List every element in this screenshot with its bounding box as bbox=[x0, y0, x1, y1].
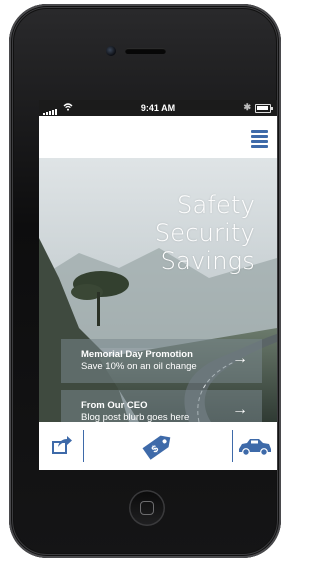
tagline-line-2: Security bbox=[154, 219, 255, 247]
status-time: 9:41 AM bbox=[140, 103, 176, 113]
promo-subtitle: Save 10% on an oil change bbox=[81, 361, 197, 372]
front-camera bbox=[106, 46, 116, 56]
app-screen: 9:41 AM ✱ Safety Security Savings Memori… bbox=[39, 100, 277, 470]
bottom-tab-bar: $ bbox=[39, 422, 277, 470]
promo-title: Memorial Day Promotion bbox=[81, 349, 193, 360]
tagline-line-3: Savings bbox=[160, 247, 255, 275]
tab-deals[interactable]: $ bbox=[84, 422, 232, 470]
home-button-square-icon bbox=[140, 501, 154, 515]
app-header bbox=[39, 116, 277, 158]
tagline-line-1: Safety bbox=[177, 191, 255, 219]
price-tag-icon: $ bbox=[142, 435, 171, 460]
arrow-right-icon: → bbox=[232, 401, 248, 418]
hero-tagline: Safety Security Savings bbox=[155, 191, 255, 275]
share-icon bbox=[52, 436, 72, 454]
arrow-right-icon: → bbox=[232, 350, 248, 367]
car-icon bbox=[239, 439, 271, 456]
phone-device-frame: 9:41 AM ✱ Safety Security Savings Memori… bbox=[9, 4, 281, 558]
bluetooth-icon: ✱ bbox=[243, 102, 251, 112]
tab-vehicle[interactable] bbox=[233, 422, 277, 470]
promo-title: From Our CEO bbox=[81, 400, 148, 411]
status-bar: 9:41 AM ✱ bbox=[39, 100, 277, 116]
hamburger-menu-icon[interactable] bbox=[251, 130, 268, 148]
home-button[interactable] bbox=[129, 490, 165, 526]
promo-card-memorial-day[interactable]: Memorial Day Promotion Save 10% on an oi… bbox=[61, 339, 262, 383]
earpiece-speaker bbox=[125, 48, 166, 54]
tab-share[interactable] bbox=[39, 422, 83, 470]
battery-icon bbox=[255, 104, 273, 113]
